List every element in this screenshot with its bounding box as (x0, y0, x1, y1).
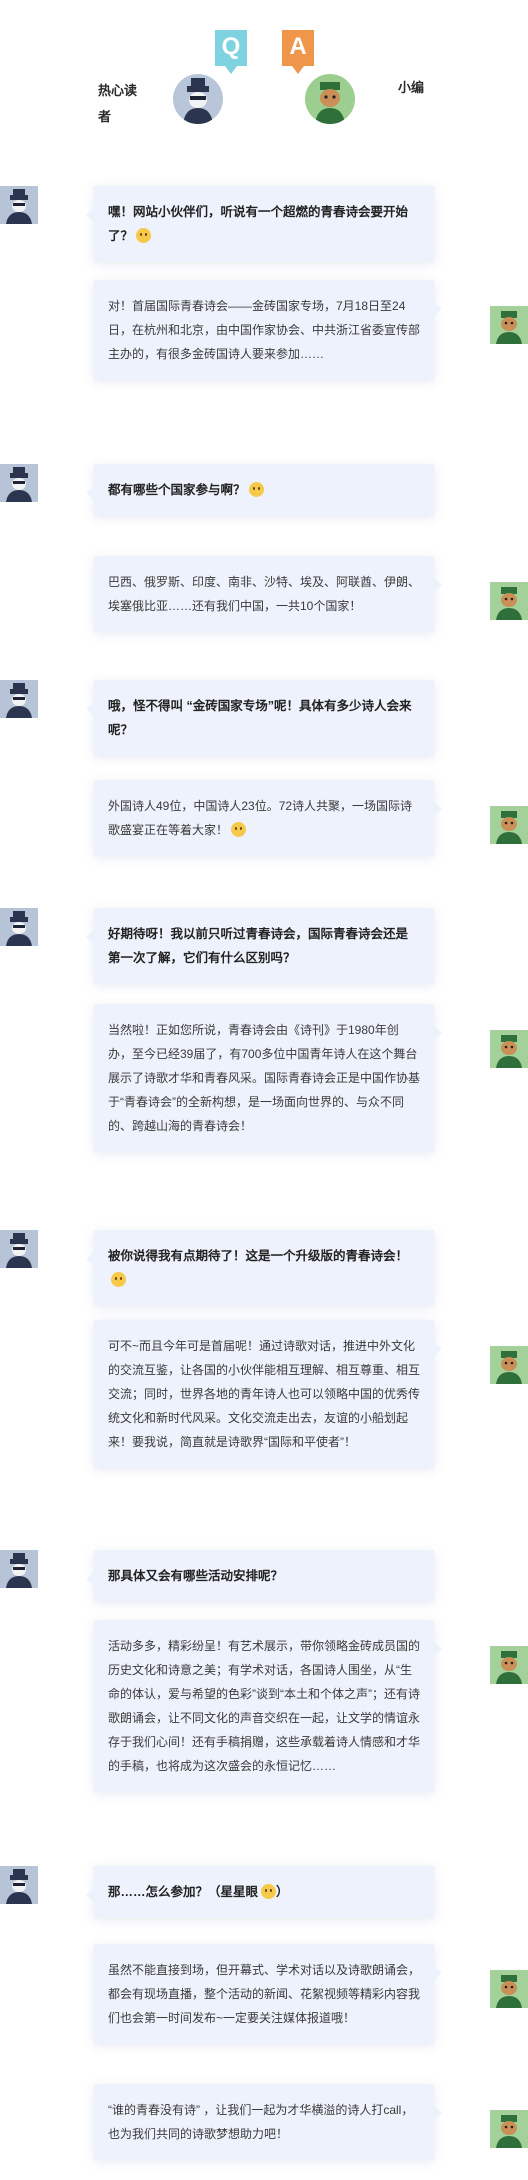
editor-answer-bubble: 对！首届国际青春诗会——金砖国家专场，7月18日至24日，在杭州和北京，由中国作… (94, 280, 442, 380)
editor-avatar-icon (496, 1651, 522, 1684)
reader-message-avatar (0, 1230, 38, 1268)
editor-message-avatar (490, 1970, 528, 2008)
message-text: 那……怎么参加？（星星眼 (108, 1885, 259, 1899)
happy-emoji-icon (111, 1272, 126, 1287)
message-text: 巴西、俄罗斯、印度、南非、沙特、埃及、阿联酋、伊朗、埃塞俄比亚……还有我们中国，… (108, 575, 421, 613)
editor-avatar-icon (496, 311, 522, 344)
editor-avatar-icon (496, 1351, 522, 1384)
editor-answer-bubble: 活动多多，精彩纷呈！有艺术展示，带你领略金砖成员国的历史文化和诗意之美；有学术对… (94, 1620, 442, 1792)
editor-avatar-icon (496, 2115, 522, 2148)
editor-message-avatar (490, 806, 528, 844)
reader-avatar-icon (6, 467, 32, 502)
reader-message-avatar (0, 908, 38, 946)
editor-message-avatar (490, 306, 528, 344)
reader-message-avatar (0, 186, 38, 224)
a-badge: A (282, 30, 314, 74)
editor-answer-bubble: 可不~而且今年可是首届呢！通过诗歌对话，推进中外文化的交流互鉴，让各国的小伙伴能… (94, 1320, 442, 1468)
message-suffix: ） (276, 1885, 289, 1899)
message-text: 哦，怪不得叫 “金砖国家专场”呢！具体有多少诗人会来呢？ (108, 699, 412, 737)
reader-avatar-icon (6, 683, 32, 718)
message-text: 活动多多，精彩纷呈！有艺术展示，带你领略金砖成员国的历史文化和诗意之美；有学术对… (108, 1639, 421, 1773)
message-text: 对！首届国际青春诗会——金砖国家专场，7月18日至24日，在杭州和北京，由中国作… (108, 299, 421, 361)
qa-header: Q A 热心读者 小编 (0, 0, 528, 150)
reader-message-avatar (0, 1550, 38, 1588)
message-text: 好期待呀！我以前只听过青春诗会，国际青春诗会还是第一次了解，它们有什么区别吗？ (108, 927, 409, 965)
message-text: 嘿！网站小伙伴们，听说有一个超燃的青春诗会要开始了？ (108, 205, 409, 243)
editor-message-avatar (490, 1030, 528, 1068)
reader-label: 热心读者 (98, 83, 138, 124)
wink-emoji-icon (231, 822, 247, 837)
reader-question-bubble: 被你说得我有点期待了！这是一个升级版的青春诗会！ (86, 1230, 434, 1306)
editor-message-avatar (490, 1646, 528, 1684)
reader-message-avatar (0, 464, 38, 502)
reader-avatar-icon (6, 189, 32, 224)
message-text: 虽然不能直接到场，但开幕式、学术对话以及诗歌朗诵会，都会有现场直播，整个活动的新… (108, 1963, 421, 2025)
reader-question-bubble: 那……怎么参加？（星星眼 ） (86, 1866, 434, 1918)
editor-avatar (305, 74, 355, 124)
reader-avatar-icon (6, 1233, 32, 1268)
reader-avatar (173, 74, 223, 124)
editor-answer-bubble: 虽然不能直接到场，但开幕式、学术对话以及诗歌朗诵会，都会有现场直播，整个活动的新… (94, 1944, 442, 2044)
editor-answer-bubble: 当然啦！正如您所说，青春诗会由《诗刊》于1980年创办，至今已经39届了，有70… (94, 1004, 442, 1152)
editor-avatar-icon (496, 811, 522, 844)
q-badge: Q (215, 30, 247, 74)
star-eyes-emoji-icon (261, 1884, 277, 1899)
message-text: 外国诗人49位，中国诗人23位。72诗人共聚，一场国际诗歌盛宴正在等着大家！ (108, 799, 413, 837)
message-text: 都有哪些个国家参与啊？ (108, 483, 246, 497)
editor-answer-bubble: “谁的青春没有诗” ，让我们一起为才华横溢的诗人打call，也为我们共同的诗歌梦… (94, 2084, 442, 2160)
editor-answer-bubble: 巴西、俄罗斯、印度、南非、沙特、埃及、阿联酋、伊朗、埃塞俄比亚……还有我们中国，… (94, 556, 442, 632)
message-text: 那具体又会有哪些活动安排呢？ (108, 1569, 284, 1583)
reader-question-bubble: 那具体又会有哪些活动安排呢？ (86, 1550, 434, 1602)
message-text: 被你说得我有点期待了！这是一个升级版的青春诗会！ (108, 1249, 409, 1263)
reader-message-avatar (0, 1866, 38, 1904)
editor-avatar-icon (496, 1035, 522, 1068)
reader-message-avatar (0, 680, 38, 718)
message-text: 当然啦！正如您所说，青春诗会由《诗刊》于1980年创办，至今已经39届了，有70… (108, 1023, 421, 1133)
reader-avatar-icon (6, 911, 32, 946)
editor-avatar-icon (496, 1975, 522, 2008)
reader-question-bubble: 哦，怪不得叫 “金砖国家专场”呢！具体有多少诗人会来呢？ (86, 680, 434, 756)
message-text: “谁的青春没有诗” ，让我们一起为才华横溢的诗人打call，也为我们共同的诗歌梦… (108, 2103, 414, 2141)
editor-message-avatar (490, 2110, 528, 2148)
editor-answer-bubble: 外国诗人49位，中国诗人23位。72诗人共聚，一场国际诗歌盛宴正在等着大家！ (94, 780, 442, 856)
smile-emoji-icon (136, 228, 152, 243)
thinking-emoji-icon (248, 482, 264, 497)
editor-message-avatar (490, 1346, 528, 1384)
editor-avatar-icon (496, 587, 522, 620)
reader-avatar-icon (6, 1553, 32, 1588)
editor-message-avatar (490, 582, 528, 620)
reader-avatar-icon (6, 1869, 32, 1904)
editor-label: 小编 (398, 80, 425, 95)
reader-question-bubble: 嘿！网站小伙伴们，听说有一个超燃的青春诗会要开始了？ (86, 186, 434, 262)
reader-question-bubble: 都有哪些个国家参与啊？ (86, 464, 434, 516)
message-text: 可不~而且今年可是首届呢！通过诗歌对话，推进中外文化的交流互鉴，让各国的小伙伴能… (108, 1339, 421, 1449)
reader-question-bubble: 好期待呀！我以前只听过青春诗会，国际青春诗会还是第一次了解，它们有什么区别吗？ (86, 908, 434, 984)
